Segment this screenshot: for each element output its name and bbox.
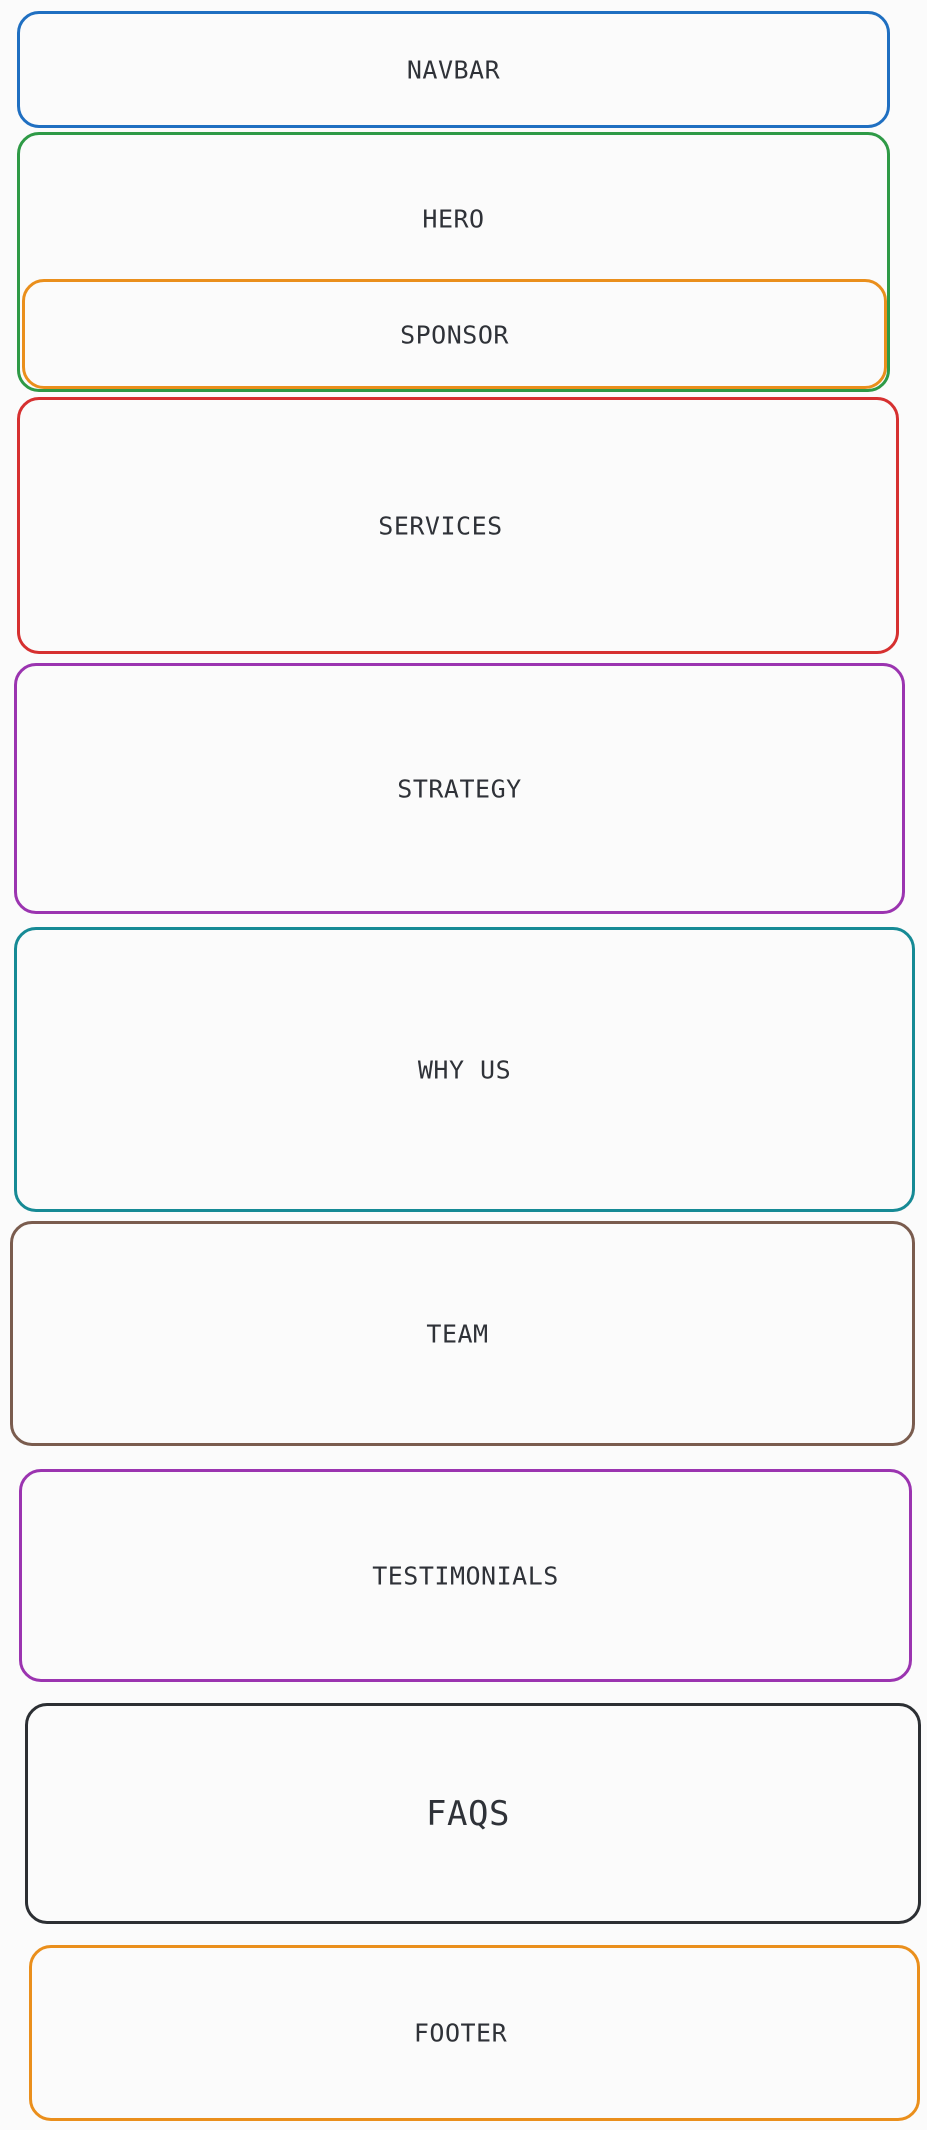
services-label: SERVICES: [378, 511, 503, 540]
team-section: TEAM: [10, 1221, 915, 1446]
testimonials-section: TESTIMONIALS: [19, 1469, 912, 1682]
faqs-label: FAQS: [426, 1793, 510, 1834]
services-section: SERVICES: [17, 397, 899, 654]
why-us-section: WHY US: [14, 927, 915, 1212]
faqs-section: FAQS: [25, 1703, 921, 1924]
navbar-label: NAVBAR: [406, 55, 501, 85]
sponsor-label: SPONSOR: [400, 320, 509, 350]
strategy-section: STRATEGY: [14, 663, 905, 914]
why-us-label: WHY US: [417, 1055, 512, 1084]
team-label: TEAM: [426, 1319, 489, 1348]
footer-label: FOOTER: [413, 2018, 508, 2048]
sponsor-section: SPONSOR: [22, 279, 887, 389]
navbar-section: NAVBAR: [17, 11, 890, 128]
strategy-label: STRATEGY: [397, 774, 522, 803]
hero-label: HERO: [422, 204, 485, 234]
footer-section: FOOTER: [29, 1945, 920, 2121]
testimonials-label: TESTIMONIALS: [372, 1561, 559, 1590]
